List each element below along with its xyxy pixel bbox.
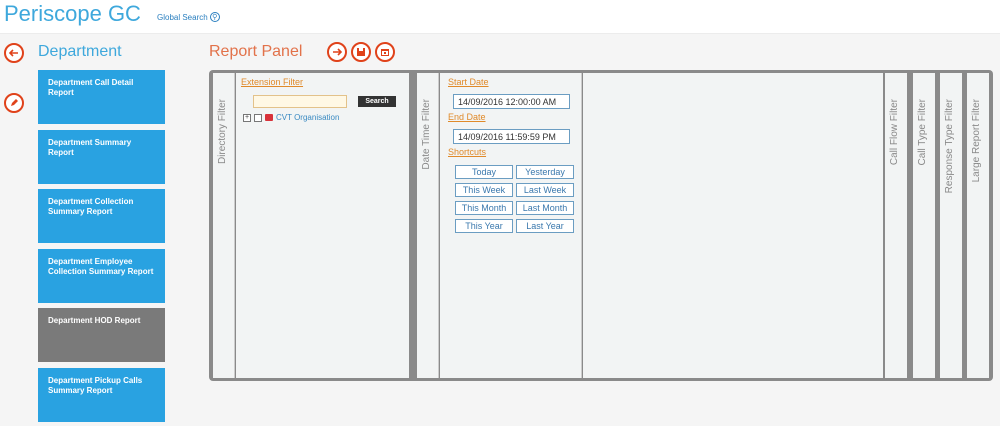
tree-checkbox[interactable] (254, 113, 262, 122)
sidebar-item-pickup-calls[interactable]: Department Pickup Calls Summary Report (38, 368, 165, 422)
shortcut-last-week-button[interactable]: Last Week (516, 183, 574, 197)
sidebar-item-label: Department HOD Report (48, 316, 141, 325)
sidebar-item-label: Department Summary Report (48, 138, 132, 157)
start-date-heading: Start Date (448, 77, 489, 87)
call-flow-filter-label: Call Flow Filter (889, 99, 900, 166)
tree-row-root: + CVT Organisation (243, 113, 339, 122)
datetime-filter-label: Date Time Filter (421, 99, 432, 170)
directory-filter-label: Directory Filter (217, 99, 228, 165)
sidebar-item-label: Department Pickup Calls Summary Report (48, 376, 143, 395)
shortcut-this-year-button[interactable]: This Year (455, 219, 513, 233)
call-type-filter-tab[interactable]: Call Type Filter (913, 73, 935, 378)
sidebar-item-summary[interactable]: Department Summary Report (38, 130, 165, 184)
end-date-heading: End Date (448, 112, 486, 122)
shortcut-last-year-button[interactable]: Last Year (516, 219, 574, 233)
extension-search-input[interactable] (253, 95, 347, 108)
sidebar-item-employee-collection[interactable]: Department Employee Collection Summary R… (38, 249, 165, 303)
sidebar-item-call-detail[interactable]: Department Call Detail Report (38, 70, 165, 124)
global-search-label: Global Search (157, 12, 208, 22)
shortcut-yesterday-button[interactable]: Yesterday (516, 165, 574, 179)
datetime-filter-tab[interactable]: Date Time Filter (417, 73, 439, 378)
sidebar-item-label: Department Collection Summary Report (48, 197, 134, 216)
shortcut-this-month-button[interactable]: This Month (455, 201, 513, 215)
report-preview-area (583, 73, 883, 378)
save-disk-icon[interactable] (351, 42, 371, 62)
tree-root-label[interactable]: CVT Organisation (276, 113, 339, 122)
shortcut-today-button[interactable]: Today (455, 165, 513, 179)
search-icon: ⚲ (209, 12, 220, 22)
call-flow-filter-tab[interactable]: Call Flow Filter (885, 73, 907, 378)
app-title: Periscope GC (4, 1, 141, 26)
sidebar-item-collection-summary[interactable]: Department Collection Summary Report (38, 189, 165, 243)
large-report-filter-tab[interactable]: Large Report Filter (967, 73, 989, 378)
schedule-calendar-icon[interactable] (375, 42, 395, 62)
sidebar-item-label: Department Call Detail Report (48, 78, 134, 97)
top-header: Periscope GC Global Search ⚲ (0, 0, 1000, 34)
edit-pencil-icon[interactable] (4, 93, 24, 113)
shortcuts-heading: Shortcuts (448, 147, 487, 157)
global-search-link[interactable]: Global Search ⚲ (157, 12, 220, 22)
report-panel-title: Report Panel (209, 43, 303, 60)
back-arrow-icon[interactable] (4, 43, 24, 63)
tree-expand-icon[interactable]: + (243, 113, 251, 122)
sidebar-item-hod[interactable]: Department HOD Report (38, 308, 165, 362)
organisation-icon (265, 114, 273, 121)
shortcut-this-week-button[interactable]: This Week (455, 183, 513, 197)
extension-filter-heading[interactable]: Extension Filter (241, 77, 303, 87)
call-type-filter-label: Call Type Filter (917, 99, 928, 166)
extension-search-button[interactable]: Search (358, 96, 396, 107)
large-report-filter-label: Large Report Filter (971, 99, 982, 183)
department-title: Department (38, 43, 122, 60)
run-arrow-icon[interactable] (327, 42, 347, 62)
start-date-field[interactable] (453, 94, 570, 109)
sidebar-item-label: Department Employee Collection Summary R… (48, 257, 154, 276)
directory-filter-tab[interactable]: Directory Filter (213, 73, 235, 378)
end-date-field[interactable] (453, 129, 570, 144)
response-type-filter-label: Response Type Filter (944, 99, 955, 194)
shortcut-last-month-button[interactable]: Last Month (516, 201, 574, 215)
response-type-filter-tab[interactable]: Response Type Filter (940, 73, 962, 378)
